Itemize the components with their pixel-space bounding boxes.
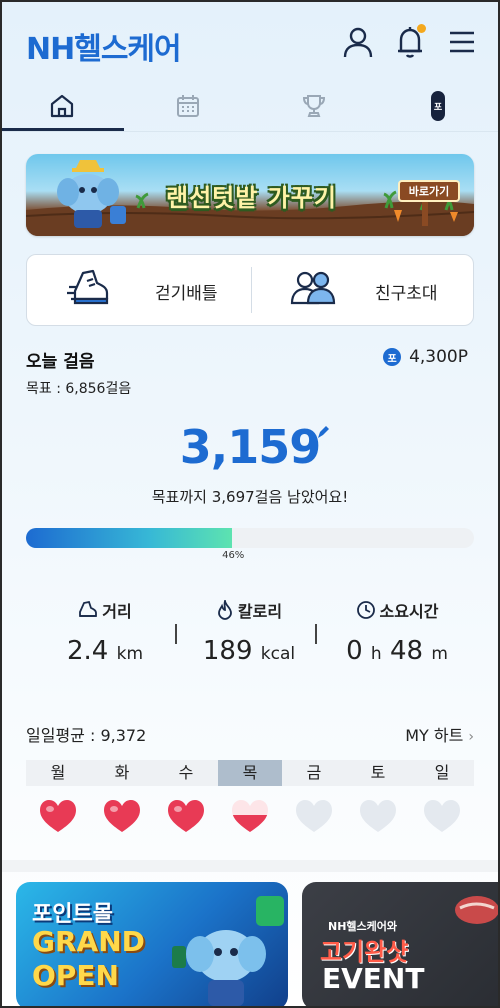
weekday-1[interactable]: 화 xyxy=(90,760,154,786)
heart-icon xyxy=(90,798,154,834)
quick-actions-card: 걷기배틀 친구초대 xyxy=(26,254,474,326)
friends-icon xyxy=(290,271,336,305)
banner-title: 랜선텃밭 가꾸기 xyxy=(166,184,337,212)
stat-divider xyxy=(315,624,317,644)
section-divider xyxy=(2,860,498,872)
user-icon[interactable] xyxy=(340,24,376,60)
weekday-6[interactable]: 일 xyxy=(410,760,474,786)
app-screen: NH헬스케어 포 랜선텃밭 가꾸기 바로가기 걷기배틀 친구초대 오늘 걸음 목… xyxy=(2,2,498,1006)
promo1-subtitle-line2: OPEN xyxy=(32,959,119,992)
duration-minutes-unit: m xyxy=(431,644,448,664)
step-count: 3,159 xyxy=(179,420,322,474)
weekday-bar: 월화수목금토일 xyxy=(26,760,474,786)
heart-icon xyxy=(26,798,90,834)
weekday-2[interactable]: 수 xyxy=(154,760,218,786)
points-value: 4,300P xyxy=(409,347,468,367)
calendar-icon xyxy=(177,95,199,117)
weekday-5[interactable]: 토 xyxy=(346,760,410,786)
weekly-hearts xyxy=(26,798,474,834)
tab-divider xyxy=(2,131,498,132)
calories-value: 189 xyxy=(202,636,253,666)
promo1-subtitle-line1: GRAND xyxy=(32,925,145,958)
weekday-3[interactable]: 목 xyxy=(218,760,282,786)
daily-average: 일일평균 : 9,372 xyxy=(26,726,147,745)
distance-stat: 거리 2.4 km xyxy=(30,598,180,666)
sneaker-icon xyxy=(67,269,109,305)
notification-dot xyxy=(417,24,426,33)
pointmall-promo-banner[interactable]: 포인트몰 GRAND OPEN xyxy=(16,882,288,1006)
tab-trophy[interactable] xyxy=(296,88,332,124)
heart-icon xyxy=(154,798,218,834)
walk-battle-button[interactable]: 걷기배틀 xyxy=(27,255,251,325)
duration-stat: 소요시간 0 h 48 m xyxy=(322,598,472,666)
flame-icon xyxy=(218,600,232,620)
app-header: NH헬스케어 xyxy=(2,2,498,82)
duration-hours-unit: h xyxy=(370,644,382,664)
tab-calendar[interactable] xyxy=(170,88,206,124)
meat-event-promo-banner[interactable]: NH헬스케어와 고기완샷 EVENT xyxy=(302,882,498,1006)
my-heart-label: MY 하트 xyxy=(405,726,464,745)
calories-label: 칼로리 xyxy=(237,602,283,621)
step-progress-percent: 46% xyxy=(222,550,245,561)
walk-battle-label: 걷기배틀 xyxy=(155,284,218,304)
point-icon: 포 xyxy=(431,91,445,121)
remaining-steps-text: 목표까지 3,697걸음 남았어요! xyxy=(151,488,349,506)
step-progress-bar xyxy=(26,528,474,548)
invite-friend-button[interactable]: 친구초대 xyxy=(251,255,475,325)
shoe-icon xyxy=(79,601,98,617)
today-steps-title: 오늘 걸음 xyxy=(26,352,95,372)
points-balance[interactable]: 포 4,300P xyxy=(383,347,468,367)
step-goal: 목표 : 6,856걸음 xyxy=(26,381,132,397)
distance-label: 거리 xyxy=(102,602,132,621)
duration-label: 소요시간 xyxy=(379,602,439,621)
home-icon xyxy=(50,94,74,118)
trophy-icon xyxy=(302,95,326,117)
chevron-right-icon: › xyxy=(468,729,474,745)
calories-stat: 칼로리 189 kcal xyxy=(174,598,324,666)
bell-icon[interactable] xyxy=(392,24,428,60)
weekday-4[interactable]: 금 xyxy=(282,760,346,786)
point-badge-icon: 포 xyxy=(383,348,402,366)
app-logo: NH헬스케어 xyxy=(26,32,182,67)
clock-icon xyxy=(356,601,375,619)
heart-icon xyxy=(410,798,474,834)
garden-banner[interactable]: 랜선텃밭 가꾸기 바로가기 xyxy=(26,154,474,236)
invite-friend-label: 친구초대 xyxy=(375,284,438,304)
heart-icon xyxy=(282,798,346,834)
promo1-title: 포인트몰 xyxy=(32,902,113,927)
edit-icon[interactable] xyxy=(314,424,332,442)
duration-minutes: 48 xyxy=(389,636,424,666)
banner-go-button[interactable]: 바로가기 xyxy=(398,180,460,202)
my-heart-link[interactable]: MY 하트 › xyxy=(405,722,474,746)
tab-point[interactable]: 포 xyxy=(420,88,456,124)
active-tab-indicator xyxy=(2,128,124,131)
step-progress-fill xyxy=(26,528,233,548)
weekday-0[interactable]: 월 xyxy=(26,760,90,786)
menu-icon[interactable] xyxy=(444,24,480,60)
tab-home[interactable] xyxy=(44,88,80,124)
meat-illustration xyxy=(455,896,498,924)
distance-unit: km xyxy=(116,644,144,664)
main-tabs: 포 xyxy=(2,82,498,132)
promo2-event-label: EVENT xyxy=(322,962,425,995)
distance-value: 2.4 xyxy=(66,636,109,666)
calories-unit: kcal xyxy=(260,644,296,664)
heart-icon xyxy=(346,798,410,834)
promo-elephant-illustration xyxy=(172,896,284,1006)
duration-hours: 0 xyxy=(346,636,363,666)
heart-icon xyxy=(218,798,282,834)
